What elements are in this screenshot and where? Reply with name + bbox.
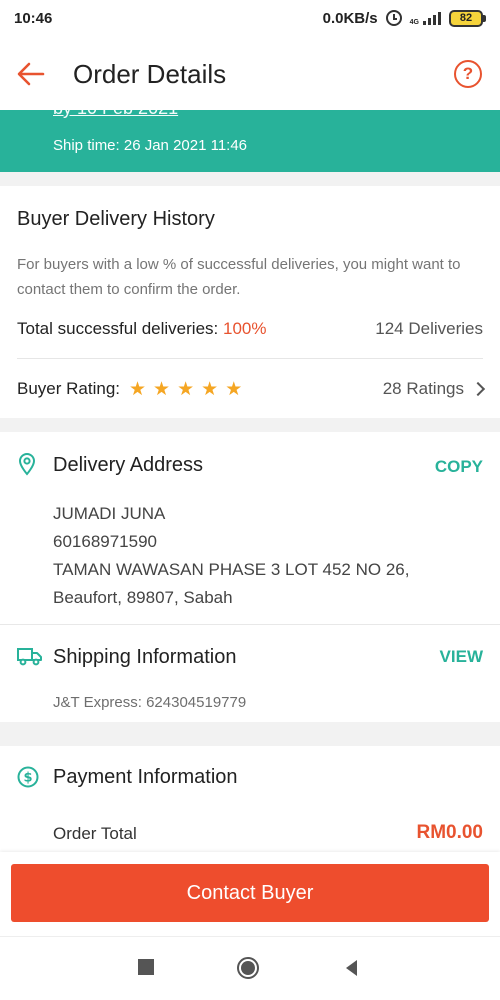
app-bar: Order Details ?	[0, 36, 500, 112]
address-shipping-card: Delivery Address COPY JUMADI JUNA 601689…	[0, 432, 500, 722]
delivery-address-title: Delivery Address	[53, 454, 204, 476]
address-city: Beaufort, 89807, Sabah	[53, 588, 233, 607]
help-icon[interactable]: ?	[454, 60, 482, 88]
success-percentage: 100%	[223, 319, 267, 338]
deliveries-count: 124 Deliveries	[375, 319, 483, 338]
shipping-information-title: Shipping Information	[53, 646, 237, 668]
recipient-phone: 60168971590	[53, 532, 158, 551]
dollar-circle-icon: $	[17, 766, 39, 793]
contact-buyer-button[interactable]: Contact Buyer	[11, 864, 489, 922]
network-type: 4G	[409, 18, 419, 26]
system-nav-bar	[0, 936, 500, 1000]
divider	[17, 358, 483, 359]
svg-text:$: $	[23, 771, 32, 786]
back-arrow-icon[interactable]	[16, 59, 46, 89]
rating-stars: ★ ★ ★ ★ ★	[129, 380, 242, 399]
address-block: JUMADI JUNA 60168971590 TAMAN WAWASAN PH…	[53, 500, 409, 612]
divider	[0, 624, 500, 625]
buyer-delivery-history-card: Buyer Delivery History For buyers with a…	[0, 186, 500, 418]
order-total-label: Order Total	[53, 824, 137, 843]
address-line: TAMAN WAWASAN PHASE 3 LOT 452 NO 26,	[53, 560, 410, 579]
battery-level: 82	[449, 9, 483, 27]
ship-by-date: by 10 Feb 2021	[53, 110, 178, 119]
shipping-banner: by 10 Feb 2021 Ship time: 26 Jan 2021 11…	[0, 110, 500, 172]
status-indicators: 0.0KB/s 4G 82	[322, 9, 486, 27]
battery-icon: 82	[449, 9, 486, 27]
star-icon: ★	[129, 378, 147, 400]
ship-time: Ship time: 26 Jan 2021 11:46	[53, 137, 248, 154]
network-speed: 0.0KB/s	[322, 9, 378, 27]
home-icon[interactable]	[237, 957, 259, 979]
payment-information-title: Payment Information	[53, 766, 238, 788]
deliveries-row: Total successful deliveries: 100% 124 De…	[17, 319, 483, 339]
star-icon: ★	[225, 378, 243, 400]
recent-apps-icon[interactable]	[138, 959, 154, 975]
signal-icon	[423, 11, 441, 25]
star-icon: ★	[201, 378, 219, 400]
tracking-number: J&T Express: 624304519779	[53, 694, 247, 711]
chevron-right-icon	[470, 381, 486, 397]
status-time: 10:46	[14, 9, 53, 27]
section-title: Buyer Delivery History	[17, 208, 215, 230]
nav-back-icon[interactable]	[343, 958, 359, 983]
view-button[interactable]: VIEW	[440, 647, 483, 667]
copy-button[interactable]: COPY	[435, 457, 483, 477]
ratings-count: 28 Ratings	[382, 379, 464, 398]
star-icon: ★	[153, 378, 171, 400]
order-total-value: RM0.00	[416, 822, 483, 843]
rating-label: Buyer Rating:	[17, 379, 120, 398]
section-description: For buyers with a low % of successful de…	[17, 256, 461, 298]
alarm-icon	[385, 10, 402, 26]
star-icon: ★	[177, 378, 195, 400]
truck-icon	[17, 646, 43, 671]
recipient-name: JUMADI JUNA	[53, 504, 166, 523]
bottom-action-bar: Contact Buyer	[0, 852, 500, 936]
payment-information-card: $ Payment Information Order Total RM0.00	[0, 746, 500, 856]
success-label: Total successful deliveries:	[17, 319, 219, 338]
page-title: Order Details	[73, 58, 227, 89]
buyer-rating-row[interactable]: Buyer Rating: ★ ★ ★ ★ ★ 28 Ratings	[17, 379, 486, 399]
status-bar: 10:46 0.0KB/s 4G 82	[0, 0, 500, 36]
location-pin-icon	[17, 452, 37, 481]
